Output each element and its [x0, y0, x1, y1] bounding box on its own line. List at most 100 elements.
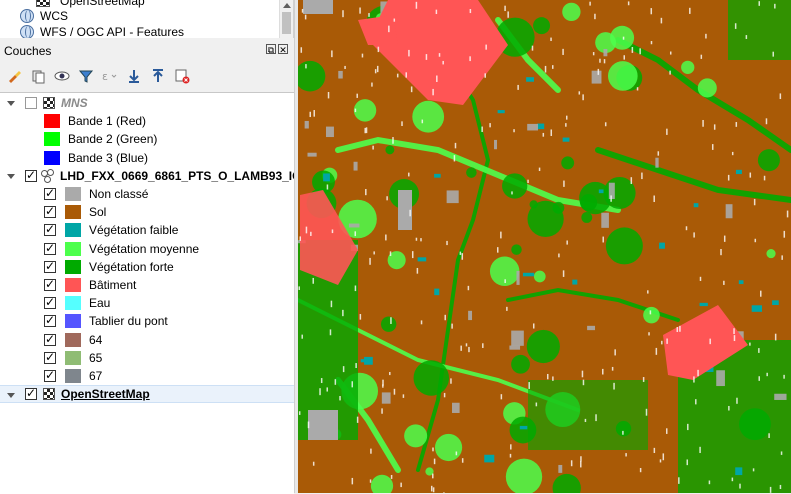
class-legend-item[interactable]: Tablier du pont [44, 312, 168, 330]
layer-visibility-checkbox[interactable] [25, 97, 37, 109]
expand-arrow-icon[interactable] [7, 101, 15, 106]
vegetation-patch [404, 424, 428, 448]
class-legend-item[interactable]: Végétation moyenne [44, 240, 199, 258]
nodata-speck [728, 405, 730, 411]
nodata-speck [402, 394, 405, 398]
browser-item-label: OpenStreetMap [60, 0, 145, 8]
low-vegetation-patch [572, 279, 578, 285]
nodata-speck [542, 132, 545, 137]
nodata-speck [636, 87, 639, 91]
class-legend-item[interactable]: Non classé [44, 185, 148, 203]
nodata-speck [396, 73, 399, 78]
nodata-speck [370, 448, 372, 454]
nodata-speck [320, 378, 323, 384]
class-legend-item[interactable]: 65 [44, 349, 102, 367]
nodata-speck [697, 369, 699, 377]
nodata-speck [699, 446, 701, 454]
expand-arrow-icon[interactable] [7, 173, 15, 179]
nodata-speck [669, 51, 672, 55]
layer-row-mns[interactable]: MNS [0, 94, 294, 112]
class-visibility-checkbox[interactable] [44, 222, 56, 237]
layer-row-openstreetmap[interactable]: OpenStreetMap [0, 385, 294, 404]
class-visibility-checkbox[interactable] [44, 332, 56, 346]
nodata-speck [461, 253, 464, 260]
class-visibility-checkbox[interactable] [44, 241, 56, 255]
nodata-speck [313, 110, 315, 117]
class-legend-item[interactable]: Végétation faible [44, 221, 178, 239]
remove-layer-icon[interactable] [172, 67, 192, 85]
vegetation-patch [681, 60, 695, 75]
nodata-speck [639, 48, 641, 55]
filter-icon[interactable] [76, 67, 96, 85]
class-color-swatch [65, 241, 81, 256]
class-visibility-checkbox[interactable] [44, 277, 56, 291]
nodata-speck [562, 270, 565, 277]
layer-row-lhd-fxx-0669-6861-pts-o-lamb93-ig[interactable]: LHD_FXX_0669_6861_PTS_O_LAMB93_IG [0, 167, 294, 185]
low-vegetation-patch [735, 467, 743, 476]
nodata-speck [390, 474, 393, 479]
nodata-speck [650, 41, 653, 45]
unclassified-patch [591, 70, 602, 84]
class-visibility-checkbox[interactable] [44, 313, 56, 328]
class-visibility-checkbox[interactable] [44, 259, 56, 273]
nodata-speck [779, 484, 782, 490]
nodata-speck [565, 115, 568, 120]
class-visibility-checkbox[interactable] [44, 186, 56, 200]
unclassified-patch [348, 223, 360, 228]
scrollbar-thumb[interactable] [282, 12, 291, 34]
browser-scrollbar[interactable] [279, 0, 293, 38]
vegetation-patch [434, 433, 463, 462]
style-paintbrush-icon[interactable] [4, 67, 24, 85]
unclassified-patch [494, 139, 498, 150]
nodata-speck [665, 428, 668, 434]
close-icon[interactable]: ✕ [278, 44, 288, 55]
nodata-speck [331, 50, 333, 58]
class-visibility-checkbox[interactable] [44, 368, 56, 382]
scroll-up-arrow-icon[interactable] [283, 3, 291, 8]
class-color-swatch [65, 296, 81, 311]
filter-expression-icon[interactable]: ε [100, 67, 120, 85]
add-group-icon[interactable] [28, 67, 48, 85]
layer-visibility-checkbox[interactable] [25, 168, 37, 182]
class-visibility-checkbox[interactable] [44, 204, 56, 219]
collapse-all-icon[interactable] [148, 67, 168, 85]
nodata-speck [326, 184, 329, 190]
nodata-speck [783, 374, 785, 379]
class-legend-item[interactable]: Eau [44, 294, 110, 312]
expand-arrow-icon[interactable] [7, 393, 15, 399]
class-label: Végétation moyenne [89, 241, 200, 256]
nodata-speck [584, 418, 587, 423]
nodata-speck [614, 349, 616, 356]
eye-icon[interactable] [52, 67, 72, 85]
nodata-speck [442, 60, 444, 65]
class-visibility-checkbox[interactable] [44, 295, 56, 310]
unclassified-patch [509, 345, 521, 350]
float-window-icon[interactable]: ⧉ [266, 44, 276, 55]
low-vegetation-patch [738, 280, 744, 285]
class-legend-item[interactable]: Végétation forte [44, 258, 174, 276]
map-canvas[interactable] [298, 0, 791, 493]
nodata-speck [393, 388, 396, 395]
nodata-speck [351, 477, 354, 485]
nodata-speck [676, 327, 679, 333]
class-legend-item[interactable]: Bâtiment [44, 276, 136, 294]
nodata-speck [527, 179, 529, 184]
class-legend-item[interactable]: 64 [44, 331, 102, 349]
low-vegetation-patch [699, 302, 708, 307]
nodata-speck [769, 486, 772, 493]
nodata-speck [758, 1, 760, 6]
unclassified-patch [603, 49, 608, 57]
class-legend-item[interactable]: 67 [44, 367, 102, 385]
class-visibility-checkbox[interactable] [44, 350, 56, 364]
browser-item-wfs[interactable]: WFS / OGC API - Features [20, 23, 184, 38]
left-dock: OpenStreetMap WCS WFS / OGC API - Featur… [0, 0, 298, 494]
low-vegetation-patch [537, 123, 545, 130]
nodata-speck [708, 480, 711, 485]
nodata-speck [693, 376, 695, 383]
nodata-speck [461, 458, 464, 463]
nodata-speck [702, 119, 704, 127]
expand-all-icon[interactable] [124, 67, 144, 85]
nodata-speck [687, 423, 689, 431]
layer-visibility-checkbox[interactable] [25, 386, 37, 401]
class-legend-item[interactable]: Sol [44, 203, 106, 221]
